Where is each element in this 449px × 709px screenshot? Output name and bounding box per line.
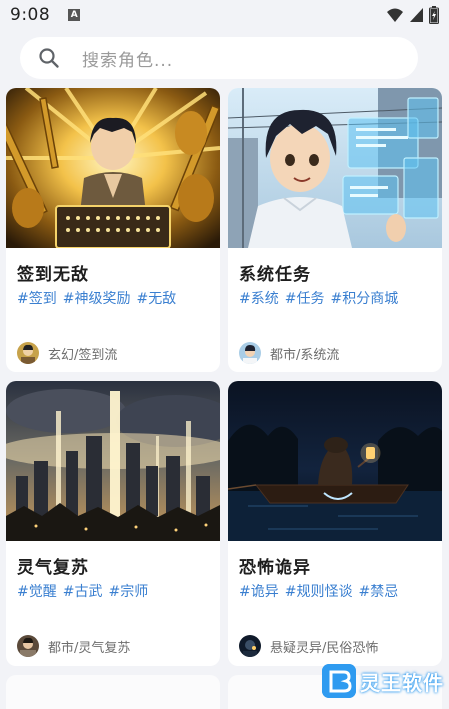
notification-a-icon: A xyxy=(68,9,81,21)
wifi-icon xyxy=(387,8,403,22)
avatar xyxy=(17,342,39,364)
card-tags: #签到 #神级奖励 #无敌 xyxy=(17,288,176,308)
search-icon xyxy=(39,48,59,68)
card-image xyxy=(228,381,442,541)
search-input[interactable]: 搜索角色... xyxy=(82,46,173,71)
card-category: 悬疑灵异/民俗恐怖 xyxy=(270,640,379,656)
card-category: 都市/灵气复苏 xyxy=(48,640,131,656)
avatar xyxy=(17,635,39,657)
character-card[interactable]: 系统任务 #系统 #任务 #积分商城 都市/系统流 xyxy=(228,88,442,372)
tag[interactable]: #禁忌 xyxy=(358,581,398,601)
status-time: 9:08 xyxy=(10,5,51,25)
tag[interactable]: #积分商城 xyxy=(330,288,398,308)
card-author: 玄幻/签到流 xyxy=(17,342,117,364)
watermark-text: 灵王软件 xyxy=(360,670,444,695)
tag[interactable]: #古武 xyxy=(63,581,103,601)
card-title: 签到无敌 xyxy=(17,265,89,285)
tag[interactable]: #系统 xyxy=(239,288,279,308)
card-image xyxy=(6,88,220,248)
signal-icon xyxy=(410,8,423,22)
tag[interactable]: #诡异 xyxy=(239,581,279,601)
card-tags: #系统 #任务 #积分商城 xyxy=(239,288,398,308)
card-author: 悬疑灵异/民俗恐怖 xyxy=(239,635,378,657)
card-category: 玄幻/签到流 xyxy=(48,347,118,363)
watermark-logo xyxy=(322,664,356,698)
character-card-partial[interactable] xyxy=(6,675,220,709)
character-card[interactable]: 灵气复苏 #觉醒 #古武 #宗师 都市/灵气复苏 xyxy=(6,381,220,666)
tag[interactable]: #觉醒 xyxy=(17,581,57,601)
card-category: 都市/系统流 xyxy=(270,347,340,363)
card-image xyxy=(6,381,220,541)
tag[interactable]: #无敌 xyxy=(136,288,176,308)
tag[interactable]: #神级奖励 xyxy=(63,288,131,308)
avatar xyxy=(239,635,261,657)
battery-icon xyxy=(429,6,439,24)
card-author: 都市/灵气复苏 xyxy=(17,635,130,657)
card-author: 都市/系统流 xyxy=(239,342,339,364)
card-title: 恐怖诡异 xyxy=(239,558,311,578)
watermark: 灵王软件 xyxy=(322,664,444,698)
card-tags: #诡异 #规则怪谈 #禁忌 xyxy=(239,581,398,601)
tag[interactable]: #宗师 xyxy=(108,581,148,601)
character-card[interactable]: 恐怖诡异 #诡异 #规则怪谈 #禁忌 悬疑灵异/民俗恐怖 xyxy=(228,381,442,666)
tag[interactable]: #任务 xyxy=(285,288,325,308)
card-title: 灵气复苏 xyxy=(17,558,89,578)
avatar xyxy=(239,342,261,364)
status-icons xyxy=(386,6,439,24)
card-image xyxy=(228,88,442,248)
search-bar[interactable]: 搜索角色... xyxy=(20,37,418,79)
card-title: 系统任务 xyxy=(239,265,311,285)
tag[interactable]: #签到 xyxy=(17,288,57,308)
tag[interactable]: #规则怪谈 xyxy=(285,581,353,601)
status-bar: 9:08 A xyxy=(0,0,449,30)
character-card[interactable]: 签到无敌 #签到 #神级奖励 #无敌 玄幻/签到流 xyxy=(6,88,220,372)
card-tags: #觉醒 #古武 #宗师 xyxy=(17,581,148,601)
